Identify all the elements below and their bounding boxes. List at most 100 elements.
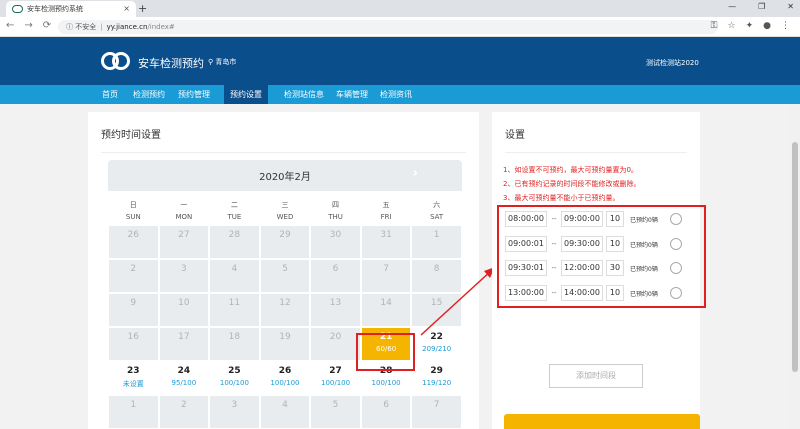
account-icon[interactable]: ● [763, 21, 771, 31]
day-number: 14 [380, 298, 392, 308]
url-field[interactable]: ⓘ 不安全 | yy.jiance.cn /index# [58, 20, 718, 34]
more-icon[interactable]: ⋮ [781, 21, 790, 31]
calendar-day[interactable]: 26 100/100 [259, 361, 311, 395]
day-number: 4 [231, 264, 238, 274]
rule-1: 1、如设置不可预约，最大可预约量置为0。 [503, 166, 638, 174]
slot-radio[interactable] [670, 262, 682, 274]
day-number: 24 [177, 366, 191, 376]
new-tab-button[interactable]: + [138, 2, 147, 15]
nav-item-booking-settings[interactable]: 预约设置 [224, 85, 268, 104]
save-button[interactable] [504, 414, 700, 429]
slot-start-time[interactable]: 08:00:00 [505, 211, 547, 227]
slot-end-time[interactable]: 12:00:00 [561, 260, 603, 276]
slot-radio[interactable] [670, 287, 682, 299]
minimize-icon[interactable]: — [728, 2, 736, 11]
calendar-day[interactable]: 22 209/210 [411, 327, 462, 361]
slot-booked-label: 已预约0辆 [630, 265, 658, 273]
day-number: 28 [228, 230, 241, 240]
calendar-day: 14 [360, 293, 412, 327]
divider [101, 152, 466, 153]
security-indicator[interactable]: ⓘ 不安全 [66, 22, 96, 32]
calendar-header: 2020年2月 › [108, 160, 462, 191]
url-separator: | [100, 23, 103, 31]
address-bar-row: ← → ⟳ ⓘ 不安全 | yy.jiance.cn /index# ⚿ ☆ ✦… [0, 17, 800, 37]
day-number: 16 [127, 332, 139, 342]
day-booking-count: 95/100 [171, 379, 197, 387]
close-window-icon[interactable]: ✕ [787, 2, 794, 11]
scrollbar-thumb[interactable] [792, 142, 798, 372]
slot-capacity[interactable]: 10 [606, 285, 624, 301]
day-booking-count: 100/100 [320, 379, 351, 387]
city-name: 青岛市 [215, 58, 237, 66]
nav-item-booking[interactable]: 检测预约 [127, 85, 171, 104]
favicon-icon [12, 5, 23, 13]
slot-separator: -- [551, 215, 557, 223]
weekday-mon: 一 MON [175, 201, 193, 221]
calendar-day[interactable]: 25 100/100 [209, 361, 260, 395]
page-scrollbar[interactable] [790, 104, 800, 429]
calendar-day: 8 [411, 259, 462, 293]
address-icons: ⚿ ☆ ✦ ● ⋮ [711, 21, 790, 31]
nav-item-home[interactable]: 首页 [96, 85, 124, 104]
calendar-day: 2 [158, 395, 210, 429]
time-slot-row: 09:00:01 -- 09:30:00 10 已预约0辆 [505, 236, 682, 252]
day-number: 15 [430, 298, 443, 308]
slot-capacity[interactable]: 30 [606, 260, 624, 276]
calendar-day: 18 [209, 327, 260, 361]
slot-capacity[interactable]: 10 [606, 236, 624, 252]
day-number: 12 [279, 298, 291, 308]
calendar-day[interactable]: 23 未设置 [108, 361, 159, 395]
calendar-day: 1 [108, 395, 159, 429]
puzzle-icon[interactable]: ✦ [746, 21, 754, 31]
nav-item-news[interactable]: 检测资讯 [374, 85, 418, 104]
slot-end-time[interactable]: 14:00:00 [561, 285, 603, 301]
slot-end-time[interactable]: 09:30:00 [561, 236, 603, 252]
calendar-day: 6 [310, 259, 361, 293]
weekday-wed: 三 WED [276, 201, 294, 221]
calendar-day: 1 [411, 225, 462, 259]
day-number: 1 [130, 400, 137, 410]
day-number: 6 [383, 400, 389, 410]
city-selector[interactable]: ⚲ 青岛市 [208, 57, 236, 67]
star-icon[interactable]: ☆ [728, 21, 736, 31]
key-icon[interactable]: ⚿ [711, 21, 718, 31]
calendar-day[interactable]: 29 119/120 [411, 361, 462, 395]
browser-tab[interactable]: 安车检测预约系统 × [6, 1, 136, 17]
site-header: 安车检测预约 ⚲ 青岛市 测试检测站2020 [0, 37, 800, 85]
day-number: 22 [430, 332, 443, 342]
maximize-icon[interactable]: ❐ [758, 2, 765, 11]
day-booking-count: 119/120 [422, 379, 452, 387]
rule-3: 3、最大可预约量不能小于已预约量。 [503, 194, 620, 202]
day-number: 18 [228, 332, 241, 342]
slot-capacity[interactable]: 10 [606, 211, 624, 227]
slot-radio[interactable] [670, 213, 682, 225]
close-tab-icon[interactable]: × [123, 4, 130, 13]
slot-start-time[interactable]: 13:00:00 [505, 285, 547, 301]
day-number: 23 [127, 366, 140, 376]
back-icon[interactable]: ← [6, 20, 14, 31]
calendar-day[interactable]: 27 100/100 [310, 361, 361, 395]
slot-radio[interactable] [670, 238, 682, 250]
forward-icon[interactable]: → [24, 20, 32, 31]
nav-item-booking-manage[interactable]: 预约管理 [172, 85, 216, 104]
calendar-day[interactable]: 24 95/100 [158, 361, 210, 395]
calendar-day: 11 [209, 293, 260, 327]
weekday-fri: 五 FRI [380, 201, 392, 221]
day-number: 2 [130, 264, 137, 274]
day-number: 8 [433, 264, 440, 274]
slot-start-time[interactable]: 09:00:01 [505, 236, 547, 252]
day-number: 6 [332, 264, 339, 274]
brand-name: 安车检测预约 [138, 57, 204, 70]
add-time-slot-button[interactable]: 添加时间段 [549, 364, 643, 388]
station-name[interactable]: 测试检测站2020 [646, 58, 699, 68]
calendar-day: 2 [108, 259, 159, 293]
next-month-icon[interactable]: › [413, 166, 418, 181]
calendar-day: 6 [360, 395, 412, 429]
slot-end-time[interactable]: 09:00:00 [561, 211, 603, 227]
slot-booked-label: 已预约0辆 [630, 290, 658, 298]
slot-start-time[interactable]: 09:30:01 [505, 260, 547, 276]
reload-icon[interactable]: ⟳ [43, 20, 51, 31]
nav-item-vehicles[interactable]: 车辆管理 [330, 85, 374, 104]
slot-separator: -- [551, 289, 557, 297]
nav-item-station-info[interactable]: 检测站信息 [278, 85, 330, 104]
